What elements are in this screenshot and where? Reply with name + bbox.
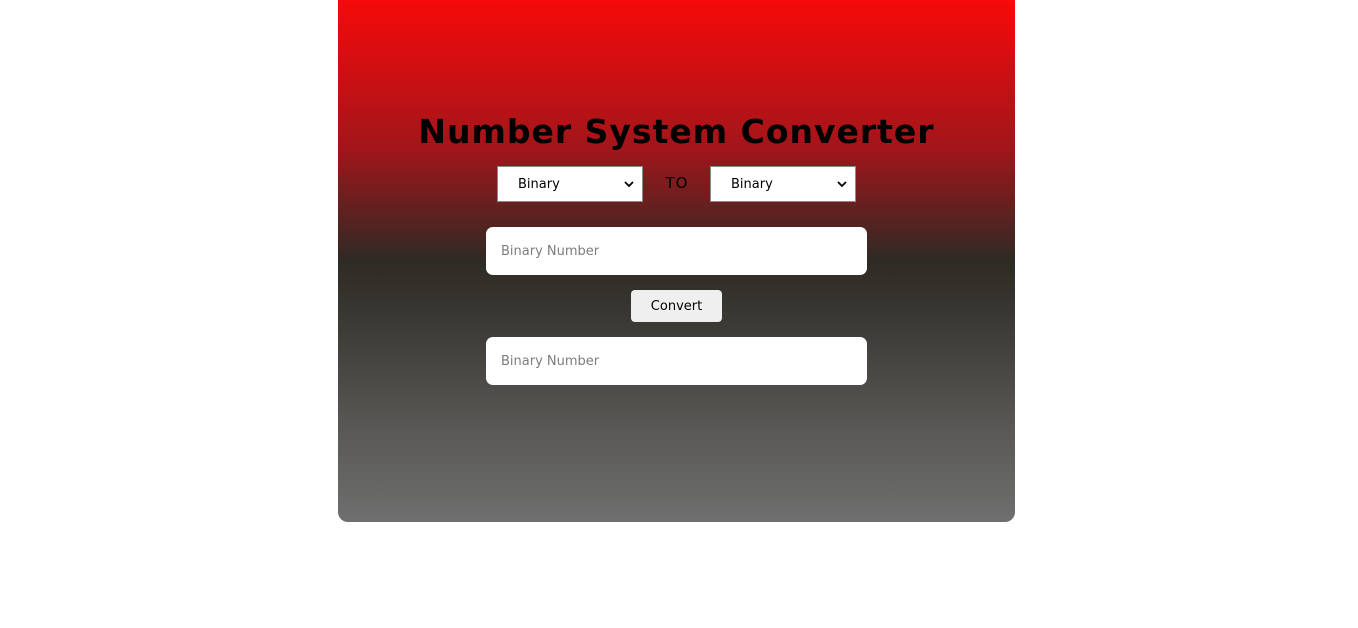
to-base-value: Binary	[731, 176, 773, 192]
to-label: TO	[665, 174, 689, 192]
result-output[interactable]: Binary Number	[486, 337, 867, 385]
page-title: Number System Converter	[418, 112, 935, 151]
number-input[interactable]: Binary Number	[486, 227, 867, 275]
to-base-select[interactable]: Binary	[710, 166, 856, 202]
from-base-value: Binary	[518, 176, 560, 192]
chevron-down-icon	[837, 181, 847, 188]
converter-card: Number System Converter Binary TO Binary…	[338, 0, 1015, 522]
number-input-placeholder: Binary Number	[501, 243, 600, 259]
chevron-down-icon	[624, 181, 634, 188]
from-base-select[interactable]: Binary	[497, 166, 643, 202]
result-output-placeholder: Binary Number	[501, 353, 600, 369]
convert-button[interactable]: Convert	[631, 290, 722, 322]
